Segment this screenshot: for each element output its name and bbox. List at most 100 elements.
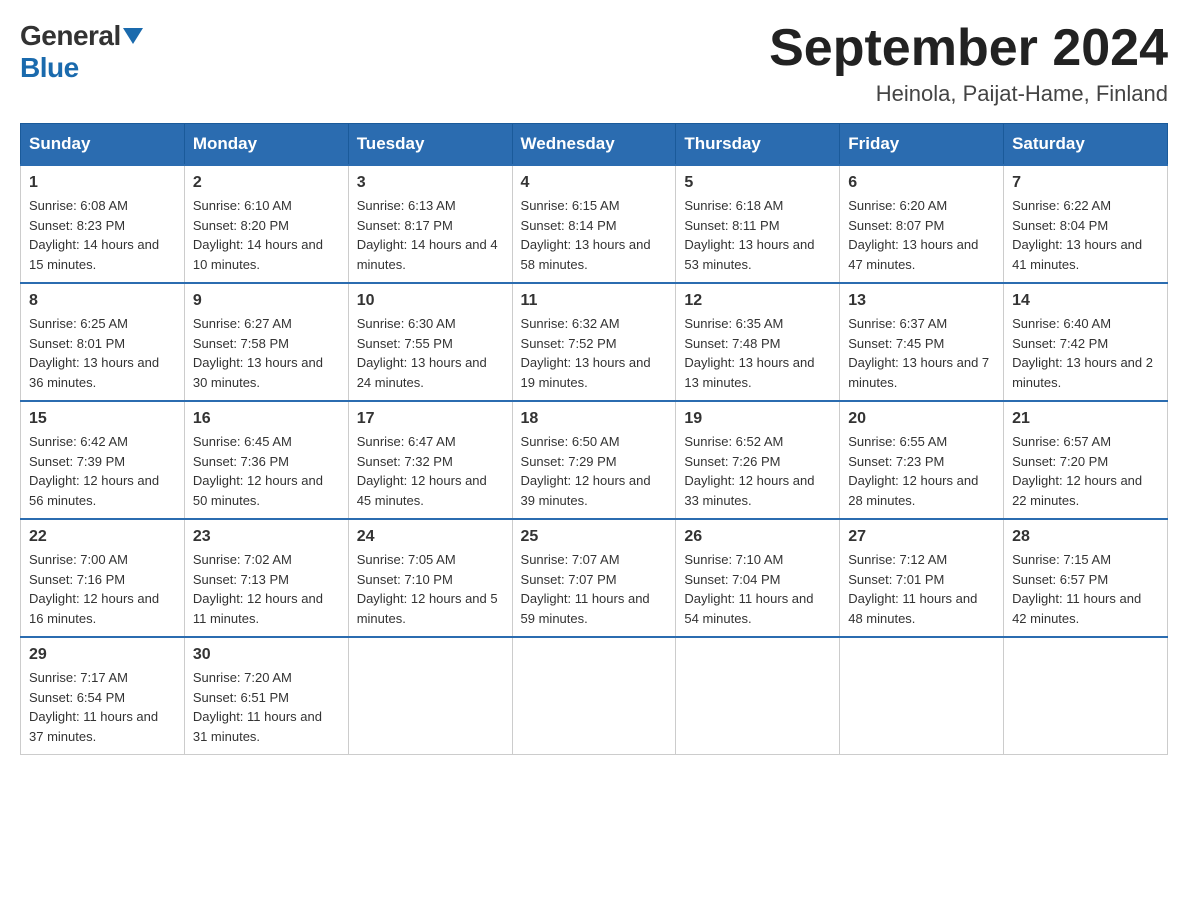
- calendar-cell: 2Sunrise: 6:10 AMSunset: 8:20 PMDaylight…: [184, 165, 348, 283]
- day-number: 21: [1012, 410, 1159, 428]
- calendar-cell: [512, 637, 676, 755]
- calendar-cell: 26 Sunrise: 7:10 AMSunset: 7:04 PMDayligh…: [676, 519, 840, 637]
- day-info: Sunrise: 6:40 AMSunset: 7:42 PMDaylight:…: [1012, 314, 1159, 392]
- calendar-cell: 28 Sunrise: 7:15 AMSunset: 6:57 PMDayligh…: [1004, 519, 1168, 637]
- week-row-4: 22Sunrise: 7:00 AMSunset: 7:16 PMDayligh…: [21, 519, 1168, 637]
- column-header-friday: Friday: [840, 124, 1004, 166]
- day-number: 8: [29, 292, 176, 310]
- calendar-cell: 15 Sunrise: 6:42 AMSunset: 7:39 PMDayligh…: [21, 401, 185, 519]
- day-number: 27: [848, 528, 995, 546]
- day-number: 30: [193, 646, 340, 664]
- day-info: Sunrise: 6:55 AMSunset: 7:23 PMDaylight:…: [848, 432, 995, 510]
- day-info: Sunrise: 6:22 AMSunset: 8:04 PMDaylight:…: [1012, 196, 1159, 274]
- day-info: Sunrise: 6:35 AMSunset: 7:48 PMDaylight:…: [684, 314, 831, 392]
- calendar-cell: 18 Sunrise: 6:50 AMSunset: 7:29 PMDayligh…: [512, 401, 676, 519]
- day-info: Sunrise: 6:27 AMSunset: 7:58 PMDaylight:…: [193, 314, 340, 392]
- day-number: 12: [684, 292, 831, 310]
- day-info: Sunrise: 7:10 AMSunset: 7:04 PMDaylight:…: [684, 550, 831, 628]
- day-number: 7: [1012, 174, 1159, 192]
- day-info: Sunrise: 7:15 AMSunset: 6:57 PMDaylight:…: [1012, 550, 1159, 628]
- day-number: 13: [848, 292, 995, 310]
- day-number: 10: [357, 292, 504, 310]
- calendar-cell: [1004, 637, 1168, 755]
- day-info: Sunrise: 6:30 AMSunset: 7:55 PMDaylight:…: [357, 314, 504, 392]
- day-info: Sunrise: 6:50 AMSunset: 7:29 PMDaylight:…: [521, 432, 668, 510]
- day-info: Sunrise: 7:12 AMSunset: 7:01 PMDaylight:…: [848, 550, 995, 628]
- day-info: Sunrise: 6:18 AMSunset: 8:11 PMDaylight:…: [684, 196, 831, 274]
- calendar-cell: 8Sunrise: 6:25 AMSunset: 8:01 PMDaylight…: [21, 283, 185, 401]
- day-info: Sunrise: 6:42 AMSunset: 7:39 PMDaylight:…: [29, 432, 176, 510]
- day-info: Sunrise: 6:08 AMSunset: 8:23 PMDaylight:…: [29, 196, 176, 274]
- day-info: Sunrise: 6:32 AMSunset: 7:52 PMDaylight:…: [521, 314, 668, 392]
- month-year-title: September 2024: [769, 20, 1168, 77]
- day-info: Sunrise: 7:17 AMSunset: 6:54 PMDaylight:…: [29, 668, 176, 746]
- logo-triangle-icon: [123, 28, 143, 44]
- day-info: Sunrise: 6:57 AMSunset: 7:20 PMDaylight:…: [1012, 432, 1159, 510]
- calendar-cell: [348, 637, 512, 755]
- day-info: Sunrise: 7:05 AMSunset: 7:10 PMDaylight:…: [357, 550, 504, 628]
- column-header-thursday: Thursday: [676, 124, 840, 166]
- day-number: 14: [1012, 292, 1159, 310]
- calendar-cell: [676, 637, 840, 755]
- calendar-cell: 10 Sunrise: 6:30 AMSunset: 7:55 PMDayligh…: [348, 283, 512, 401]
- day-info: Sunrise: 6:47 AMSunset: 7:32 PMDaylight:…: [357, 432, 504, 510]
- day-number: 24: [357, 528, 504, 546]
- week-row-1: 1Sunrise: 6:08 AMSunset: 8:23 PMDaylight…: [21, 165, 1168, 283]
- calendar-cell: 5 Sunrise: 6:18 AMSunset: 8:11 PMDaylight…: [676, 165, 840, 283]
- day-number: 28: [1012, 528, 1159, 546]
- calendar-cell: 6Sunrise: 6:20 AMSunset: 8:07 PMDaylight…: [840, 165, 1004, 283]
- column-header-wednesday: Wednesday: [512, 124, 676, 166]
- day-number: 5: [684, 174, 831, 192]
- column-header-tuesday: Tuesday: [348, 124, 512, 166]
- day-number: 9: [193, 292, 340, 310]
- day-number: 15: [29, 410, 176, 428]
- calendar-cell: 11 Sunrise: 6:32 AMSunset: 7:52 PMDayligh…: [512, 283, 676, 401]
- week-row-3: 15 Sunrise: 6:42 AMSunset: 7:39 PMDayligh…: [21, 401, 1168, 519]
- page-header: General Blue September 2024 Heinola, Pai…: [20, 20, 1168, 107]
- calendar-cell: 20 Sunrise: 6:55 AMSunset: 7:23 PMDayligh…: [840, 401, 1004, 519]
- calendar-cell: 17 Sunrise: 6:47 AMSunset: 7:32 PMDayligh…: [348, 401, 512, 519]
- day-info: Sunrise: 6:13 AMSunset: 8:17 PMDaylight:…: [357, 196, 504, 274]
- calendar-cell: 30 Sunrise: 7:20 AMSunset: 6:51 PMDayligh…: [184, 637, 348, 755]
- calendar-cell: 7 Sunrise: 6:22 AMSunset: 8:04 PMDaylight…: [1004, 165, 1168, 283]
- day-info: Sunrise: 6:52 AMSunset: 7:26 PMDaylight:…: [684, 432, 831, 510]
- calendar-cell: 13 Sunrise: 6:37 AMSunset: 7:45 PMDayligh…: [840, 283, 1004, 401]
- day-number: 18: [521, 410, 668, 428]
- week-row-5: 29 Sunrise: 7:17 AMSunset: 6:54 PMDayligh…: [21, 637, 1168, 755]
- day-info: Sunrise: 7:07 AMSunset: 7:07 PMDaylight:…: [521, 550, 668, 628]
- day-number: 3: [357, 174, 504, 192]
- day-number: 23: [193, 528, 340, 546]
- title-section: September 2024 Heinola, Paijat-Hame, Fin…: [769, 20, 1168, 107]
- day-info: Sunrise: 7:00 AMSunset: 7:16 PMDaylight:…: [29, 550, 176, 628]
- day-number: 25: [521, 528, 668, 546]
- calendar-cell: 19 Sunrise: 6:52 AMSunset: 7:26 PMDayligh…: [676, 401, 840, 519]
- day-number: 29: [29, 646, 176, 664]
- day-number: 4: [521, 174, 668, 192]
- day-info: Sunrise: 7:20 AMSunset: 6:51 PMDaylight:…: [193, 668, 340, 746]
- column-header-saturday: Saturday: [1004, 124, 1168, 166]
- day-info: Sunrise: 6:10 AMSunset: 8:20 PMDaylight:…: [193, 196, 340, 274]
- day-number: 19: [684, 410, 831, 428]
- calendar-cell: 4 Sunrise: 6:15 AMSunset: 8:14 PMDaylight…: [512, 165, 676, 283]
- logo: General Blue: [20, 20, 143, 84]
- calendar-cell: 29 Sunrise: 7:17 AMSunset: 6:54 PMDayligh…: [21, 637, 185, 755]
- day-number: 17: [357, 410, 504, 428]
- day-number: 20: [848, 410, 995, 428]
- day-info: Sunrise: 6:15 AMSunset: 8:14 PMDaylight:…: [521, 196, 668, 274]
- calendar-cell: 1Sunrise: 6:08 AMSunset: 8:23 PMDaylight…: [21, 165, 185, 283]
- calendar-header-row: SundayMondayTuesdayWednesdayThursdayFrid…: [21, 124, 1168, 166]
- day-number: 11: [521, 292, 668, 310]
- location-subtitle: Heinola, Paijat-Hame, Finland: [769, 81, 1168, 107]
- day-info: Sunrise: 6:37 AMSunset: 7:45 PMDaylight:…: [848, 314, 995, 392]
- calendar-cell: 16Sunrise: 6:45 AMSunset: 7:36 PMDayligh…: [184, 401, 348, 519]
- calendar-cell: 22Sunrise: 7:00 AMSunset: 7:16 PMDayligh…: [21, 519, 185, 637]
- calendar-cell: 27 Sunrise: 7:12 AMSunset: 7:01 PMDayligh…: [840, 519, 1004, 637]
- calendar-cell: [840, 637, 1004, 755]
- calendar-table: SundayMondayTuesdayWednesdayThursdayFrid…: [20, 123, 1168, 755]
- day-info: Sunrise: 7:02 AMSunset: 7:13 PMDaylight:…: [193, 550, 340, 628]
- calendar-cell: 21 Sunrise: 6:57 AMSunset: 7:20 PMDayligh…: [1004, 401, 1168, 519]
- calendar-cell: 9 Sunrise: 6:27 AMSunset: 7:58 PMDaylight…: [184, 283, 348, 401]
- logo-blue: Blue: [20, 52, 79, 84]
- logo-general: General: [20, 20, 121, 52]
- day-number: 26: [684, 528, 831, 546]
